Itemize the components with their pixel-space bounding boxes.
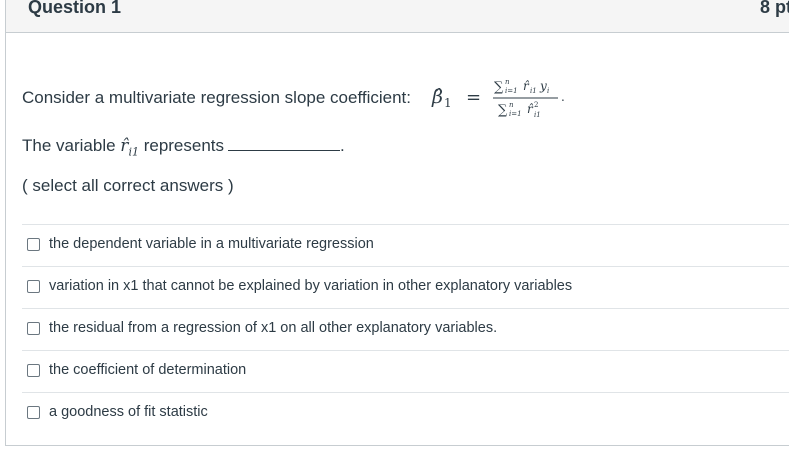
- answer-label[interactable]: the dependent variable in a multivariate…: [49, 236, 374, 252]
- den-sub: i=1: [509, 110, 522, 118]
- formula-lhs-sub: 1: [444, 96, 452, 110]
- answer-option-1[interactable]: the dependent variable in a multivariate…: [22, 225, 789, 267]
- answer-checkbox[interactable]: [27, 406, 40, 419]
- question-prompt: Consider a multivariate regression slope…: [22, 88, 411, 107]
- den-term: r̂: [527, 102, 534, 116]
- answer-blank: [228, 136, 341, 151]
- num-y: y: [539, 79, 547, 93]
- formula-equals: =: [466, 87, 481, 108]
- answer-label[interactable]: the coefficient of determination: [49, 362, 246, 378]
- formula-svg: β̂ 1 = ∑ n i=1 r̂ i1 y i ∑ n i=1 r̂ 2 i1…: [431, 78, 565, 119]
- num-sup: n: [505, 78, 510, 86]
- answer-list: the dependent variable in a multivariate…: [22, 224, 789, 434]
- select-instruction: ( select all correct answers ): [22, 176, 234, 195]
- variable-sub: i1: [128, 145, 139, 159]
- answer-checkbox[interactable]: [27, 322, 40, 335]
- den-term-sup: 2: [534, 101, 538, 109]
- variable-suffix: represents: [143, 136, 225, 155]
- variable-statement: The variable r̂i1 represents.: [22, 136, 345, 158]
- num-term-sub: i1: [530, 87, 537, 95]
- answer-option-2[interactable]: variation in x1 that cannot be explained…: [22, 267, 789, 309]
- answer-checkbox[interactable]: [27, 238, 40, 251]
- variable-prefix: The variable: [22, 136, 116, 155]
- formula-lhs: β̂: [431, 86, 443, 108]
- num-sum: ∑: [494, 80, 504, 95]
- den-term-sub: i1: [534, 111, 541, 119]
- num-y-sub: i: [547, 87, 549, 95]
- answer-option-4[interactable]: the coefficient of determination: [22, 351, 789, 393]
- answer-label[interactable]: variation in x1 that cannot be explained…: [49, 278, 572, 294]
- answer-option-5[interactable]: a goodness of fit statistic: [22, 393, 789, 434]
- question-points: 8 pt: [760, 0, 789, 17]
- question-header: Question 1 8 pt: [6, 0, 789, 33]
- den-sum: ∑: [498, 103, 508, 118]
- formula-period: .: [561, 90, 565, 104]
- answer-checkbox[interactable]: [27, 280, 40, 293]
- answer-label[interactable]: the residual from a regression of x1 on …: [49, 320, 497, 336]
- num-sub: i=1: [505, 87, 518, 95]
- answer-checkbox[interactable]: [27, 364, 40, 377]
- answer-option-3[interactable]: the residual from a regression of x1 on …: [22, 309, 789, 351]
- num-term: r̂: [523, 79, 530, 93]
- question-title: Question 1: [28, 0, 122, 17]
- den-sup: n: [509, 101, 514, 109]
- beta-formula: β̂ 1 = ∑ n i=1 r̂ i1 y i ∑ n i=1 r̂ 2 i1…: [428, 74, 588, 120]
- answer-label[interactable]: a goodness of fit statistic: [49, 404, 208, 420]
- blank-end: .: [340, 136, 345, 155]
